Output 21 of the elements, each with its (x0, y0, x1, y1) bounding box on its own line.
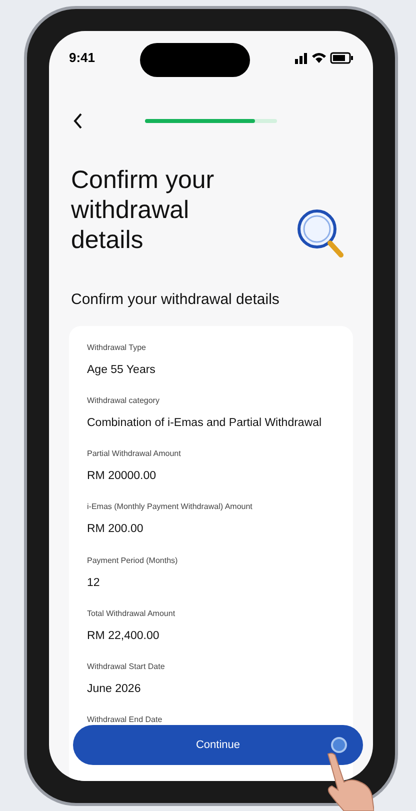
detail-label: Partial Withdrawal Amount (87, 448, 182, 460)
detail-value: Combination of i-Emas and Partial Withdrawal (87, 416, 323, 431)
detail-label: Payment Period (Months) (87, 554, 179, 566)
detail-label: Withdrawal category (87, 394, 160, 407)
detail-value: 12 (87, 576, 101, 590)
detail-label: Withdrawal End Date (87, 714, 164, 726)
detail-value: June 2026 (87, 682, 142, 697)
status-icons (295, 51, 353, 65)
section-heading: Confirm your withdrawal details (70, 290, 280, 310)
detail-value: RM 200.00 (87, 522, 144, 538)
detail-label: Withdrawal Start Date (87, 661, 166, 673)
page-title: Confirm your withdrawal details (71, 165, 216, 255)
status-time: 9:41 (69, 49, 96, 68)
detail-label: Withdrawal Type (87, 342, 147, 354)
detail-label: Total Withdrawal Amount (87, 608, 176, 620)
detail-value: Age 55 Years (87, 362, 156, 378)
back-icon[interactable] (73, 113, 83, 129)
detail-value: RM 22,400.00 (87, 628, 160, 644)
continue-button[interactable]: Continue (73, 725, 363, 765)
detail-label: i-Emas (Monthly Payment Withdrawal) Amount (87, 501, 254, 514)
detail-value: RM 20000.00 (87, 469, 158, 484)
